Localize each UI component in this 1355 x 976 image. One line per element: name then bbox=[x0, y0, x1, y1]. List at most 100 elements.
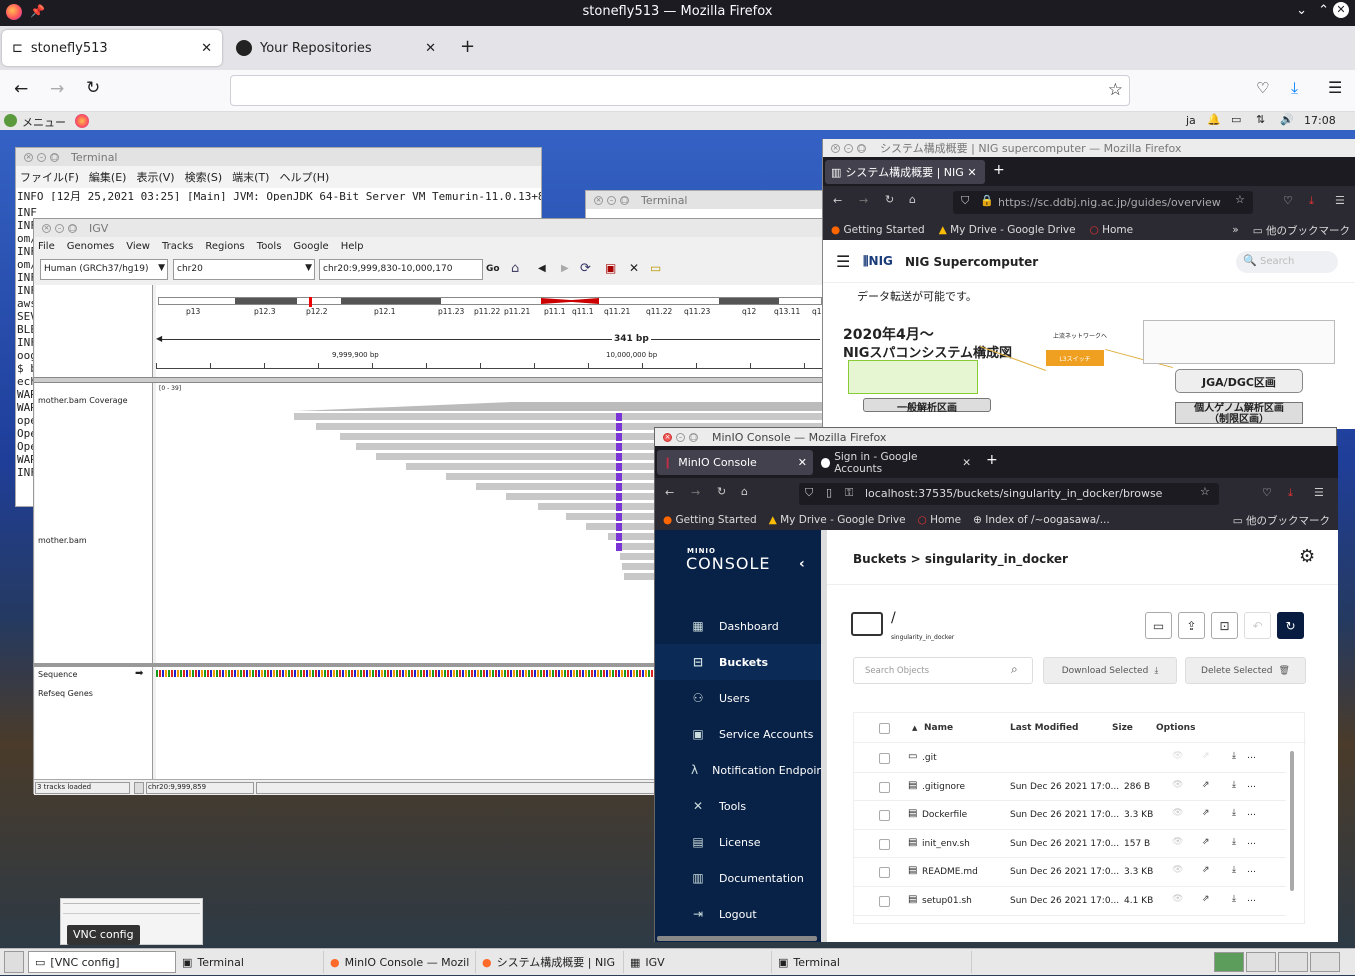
bookmark-home[interactable]: ○ Home bbox=[918, 514, 962, 526]
hamburger-menu-icon[interactable]: ☰ bbox=[1335, 194, 1345, 207]
site-name[interactable]: NIG Supercomputer bbox=[905, 255, 1038, 269]
insertion-marker[interactable] bbox=[616, 453, 622, 461]
reload-icon[interactable]: ↻ bbox=[717, 485, 726, 498]
workspace-3[interactable] bbox=[1278, 952, 1308, 972]
network-icon[interactable]: ⇅ bbox=[1256, 113, 1265, 126]
minimize-icon[interactable]: – bbox=[37, 152, 46, 162]
row-checkbox[interactable] bbox=[879, 867, 890, 879]
bam-track-label[interactable]: mother.bam bbox=[38, 536, 87, 545]
terminal-titlebar[interactable]: × – □ Terminal bbox=[16, 148, 541, 166]
maximize-icon[interactable]: □ bbox=[620, 195, 629, 205]
bookmark-star-icon[interactable]: ☆ bbox=[1200, 485, 1210, 498]
forward-icon[interactable]: → bbox=[859, 194, 868, 207]
igv-menu-google[interactable]: Google bbox=[293, 241, 328, 252]
popup-icon[interactable]: ▭ bbox=[650, 261, 661, 275]
close-tab-icon[interactable]: ✕ bbox=[962, 457, 971, 469]
table-row[interactable]: ▤ init_env.sh Sun Dec 26 2021 17:0... 157 B… bbox=[854, 830, 1286, 859]
igv-menu-tracks[interactable]: Tracks bbox=[162, 241, 193, 252]
delete-selected-button[interactable]: Delete Selected 🗑 bbox=[1185, 657, 1306, 684]
new-path-button[interactable]: ▭ bbox=[1145, 612, 1172, 639]
download-icon[interactable]: ⤓ bbox=[1309, 194, 1314, 208]
menu-view[interactable]: 表示(V) bbox=[136, 169, 174, 185]
more-options-icon[interactable]: … bbox=[1247, 865, 1256, 875]
bookmark-star-icon[interactable]: ☆ bbox=[1108, 80, 1123, 100]
bookmark-star-icon[interactable]: ☆ bbox=[1235, 193, 1245, 206]
bookmark-getting-started[interactable]: ● Getting Started bbox=[831, 224, 925, 236]
settings-gear-icon[interactable]: ⚙ bbox=[1299, 546, 1315, 567]
preview-icon[interactable]: 👁 bbox=[1172, 894, 1183, 904]
col-size[interactable]: Size bbox=[1112, 723, 1133, 733]
insertion-marker[interactable] bbox=[616, 513, 622, 521]
sidebar-item-documentation[interactable]: ▥ Documentation bbox=[655, 860, 821, 896]
bookmark-my-drive[interactable]: ▲ My Drive - Google Drive bbox=[769, 514, 906, 526]
table-row[interactable]: ▤ setup01.sh Sun Dec 26 2021 17:0... 4.1 KB… bbox=[854, 887, 1286, 916]
close-icon[interactable]: × bbox=[663, 432, 672, 442]
download-icon[interactable]: ⤓ bbox=[1232, 865, 1236, 875]
download-icon[interactable]: ⤓ bbox=[1232, 837, 1236, 847]
insertion-marker[interactable] bbox=[616, 443, 622, 451]
table-row[interactable]: ▤ Dockerfile Sun Dec 26 2021 17:0... 3.3 KB… bbox=[854, 801, 1286, 830]
minio-url-bar[interactable]: localhost:37535/buckets/singularity_in_d… bbox=[799, 483, 1219, 505]
col-last-modified[interactable]: Last Modified bbox=[1010, 723, 1078, 733]
tab-your-repositories[interactable]: Your Repositories ✕ bbox=[226, 30, 446, 66]
file-name[interactable]: setup01.sh bbox=[922, 896, 972, 906]
refresh-button[interactable]: ↻ bbox=[1277, 612, 1304, 639]
igv-menu-genomes[interactable]: Genomes bbox=[67, 241, 114, 252]
download-icon[interactable]: ⤓ bbox=[1232, 808, 1236, 818]
taskbar-item[interactable]: ▣ Terminal bbox=[772, 951, 972, 973]
preview-icon[interactable]: 👁 bbox=[1172, 780, 1183, 790]
sidebar-item-tools[interactable]: ✕ Tools bbox=[655, 788, 821, 824]
table-row[interactable]: ▭ .git 👁 ⇗ ⤓… bbox=[854, 744, 1286, 773]
sequence-track-label[interactable]: Sequence bbox=[38, 670, 77, 679]
resize-icon[interactable]: ✕ bbox=[629, 261, 639, 275]
back-icon[interactable]: ← bbox=[14, 79, 28, 99]
igv-menu-file[interactable]: File bbox=[38, 241, 55, 252]
row-checkbox[interactable] bbox=[879, 753, 890, 764]
terminal-window-2[interactable]: × – □ Terminal bbox=[585, 190, 825, 220]
nig-browser-window[interactable]: × – □ システム構成概要 | NIG supercomputer — Moz… bbox=[822, 139, 1355, 429]
insertion-marker[interactable] bbox=[616, 483, 622, 491]
preview-icon[interactable]: 👁 bbox=[1172, 751, 1183, 761]
pocket-icon[interactable]: ♡ bbox=[1283, 194, 1293, 207]
terminal2-titlebar[interactable]: × – □ Terminal bbox=[586, 191, 824, 209]
close-icon[interactable]: × bbox=[831, 143, 840, 153]
pocket-icon[interactable]: ♡ bbox=[1256, 79, 1269, 97]
sidebar-item-buckets[interactable]: ⊟ Buckets bbox=[655, 644, 821, 680]
sidebar-item-license[interactable]: ▤ License bbox=[655, 824, 821, 860]
close-tab-icon[interactable]: ✕ bbox=[798, 456, 807, 469]
home-icon[interactable]: ⌂ bbox=[741, 485, 748, 498]
maximize-icon[interactable]: □ bbox=[68, 223, 77, 233]
file-name[interactable]: .gitignore bbox=[922, 782, 965, 792]
taskbar-item[interactable]: ● MinIO Console — Mozill... bbox=[324, 951, 476, 973]
home-icon[interactable]: ⌂ bbox=[511, 261, 519, 276]
bookmark-getting-started[interactable]: ● Getting Started bbox=[663, 514, 757, 526]
minimize-icon[interactable]: – bbox=[844, 143, 853, 153]
workspace-2[interactable] bbox=[1246, 952, 1276, 972]
coverage-track-label[interactable]: mother.bam Coverage bbox=[38, 396, 128, 405]
nig-url-bar[interactable]: https://sc.ddbj.nig.ac.jp/guides/overvie… bbox=[953, 191, 1253, 214]
menu-help[interactable]: ヘルプ(H) bbox=[279, 169, 329, 185]
sidebar-item-logout[interactable]: ⇥ Logout bbox=[655, 896, 821, 932]
locus-input[interactable]: chr20:9,999,830-10,000,170 bbox=[319, 259, 483, 280]
breadcrumb[interactable]: Buckets > singularity_in_docker bbox=[853, 552, 1068, 566]
sidebar-scrollbar[interactable] bbox=[657, 936, 817, 941]
desktop-menu-label[interactable]: メニュー bbox=[22, 114, 66, 130]
preview-icon[interactable]: 👁 bbox=[1172, 808, 1183, 818]
insertion-marker[interactable] bbox=[616, 473, 622, 481]
google-signin-tab[interactable]: Sign in - Google Accounts ✕ bbox=[821, 450, 971, 475]
more-options-icon[interactable]: … bbox=[1247, 808, 1256, 818]
notification-icon[interactable]: 🔔 bbox=[1207, 113, 1221, 126]
share-icon[interactable]: ⇗ bbox=[1202, 865, 1210, 875]
download-icon[interactable]: ⤓ bbox=[1232, 894, 1236, 904]
collapse-sidebar-icon[interactable]: ‹ bbox=[799, 556, 805, 572]
more-options-icon[interactable]: … bbox=[1247, 780, 1256, 790]
file-name[interactable]: README.md bbox=[922, 867, 978, 877]
preview-icon[interactable]: 👁 bbox=[1172, 837, 1183, 847]
maximize-icon[interactable]: ⌃ bbox=[1318, 3, 1329, 18]
shield-icon[interactable]: ⛉ bbox=[805, 486, 813, 500]
close-icon[interactable]: × bbox=[24, 152, 33, 162]
pocket-icon[interactable]: ♡ bbox=[1262, 486, 1272, 499]
more-options-icon[interactable]: … bbox=[1247, 837, 1256, 847]
maximize-icon[interactable]: □ bbox=[50, 152, 59, 162]
url-bar[interactable]: ☆ bbox=[230, 75, 1130, 106]
